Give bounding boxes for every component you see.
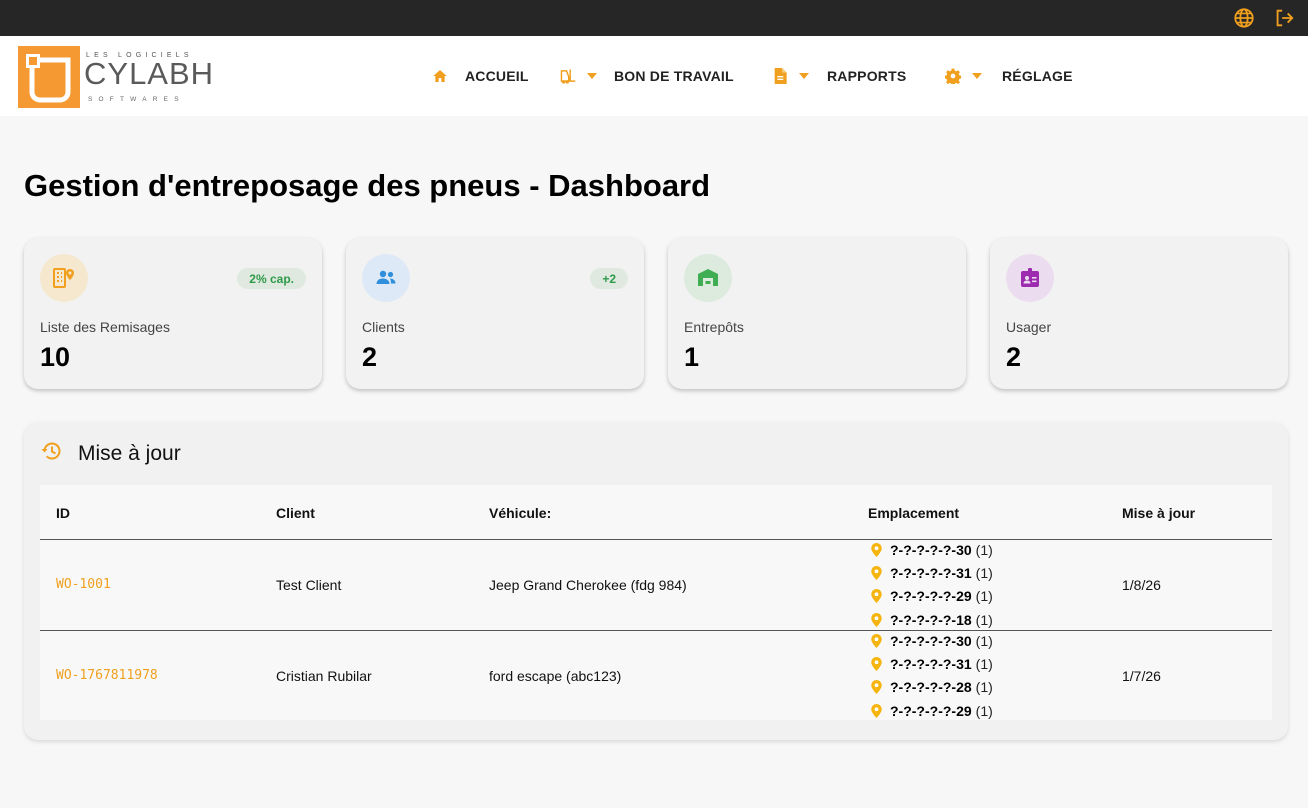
vehicle-cell: Jeep Grand Cherokee (fdg 984)	[489, 577, 687, 593]
clients-delta-badge: +2	[590, 268, 628, 289]
map-pin-icon	[870, 634, 882, 648]
location-item: ?-?-?-?-?-31 (1)	[870, 563, 993, 583]
logo-brand-name: CYLABH	[84, 56, 215, 91]
updated-date-cell: 1/7/26	[1122, 668, 1161, 684]
nav-label-bon-de-travail: BON DE TRAVAIL	[614, 68, 734, 84]
logo-mark-icon	[18, 46, 80, 108]
work-order-id-link[interactable]: WO-1767811978	[56, 668, 158, 683]
card-label: Entrepôts	[684, 319, 744, 335]
nav-item-reglage[interactable]: RÉGLAGE	[944, 36, 1073, 116]
warehouse-icon	[684, 254, 732, 302]
updates-title: Mise à jour	[78, 442, 181, 465]
home-icon	[431, 67, 449, 85]
location-item: ?-?-?-?-?-30 (1)	[870, 631, 993, 651]
column-header-client[interactable]: Client	[276, 505, 315, 521]
chevron-down-icon	[972, 73, 982, 79]
column-header-id[interactable]: ID	[56, 505, 70, 521]
logo-tagline-bottom: SOFTWARES	[88, 96, 185, 103]
nav-label-accueil: ACCUEIL	[465, 68, 529, 84]
location-item: ?-?-?-?-?-29 (1)	[870, 701, 993, 721]
map-pin-icon	[870, 566, 882, 580]
client-cell: Test Client	[276, 577, 342, 593]
location-item: ?-?-?-?-?-30 (1)	[870, 540, 993, 560]
updated-date-cell: 1/8/26	[1122, 577, 1161, 593]
vehicle-cell: ford escape (abc123)	[489, 668, 622, 684]
table-row[interactable]: WO-1767811978 Cristian Rubilar ford esca…	[40, 631, 1272, 722]
chevron-down-icon	[587, 73, 597, 79]
nav-label-reglage: RÉGLAGE	[1002, 68, 1073, 84]
column-header-updated[interactable]: Mise à jour	[1122, 505, 1195, 521]
card-value: 1	[684, 342, 700, 372]
stat-card-usager[interactable]: Usager 2	[990, 238, 1288, 389]
map-pin-icon	[870, 543, 882, 557]
card-value: 10	[40, 342, 71, 372]
nav-item-accueil[interactable]: ACCUEIL	[431, 36, 529, 116]
chevron-down-icon	[799, 73, 809, 79]
document-icon	[771, 67, 789, 85]
map-pin-icon	[870, 613, 882, 627]
top-bar	[0, 0, 1308, 36]
location-item: ?-?-?-?-?-28 (1)	[870, 677, 993, 697]
company-logo[interactable]: LES LOGICIELS CYLABH SOFTWARES	[18, 42, 213, 112]
page-title: Gestion d'entreposage des pneus - Dashbo…	[24, 168, 711, 203]
card-label: Clients	[362, 319, 405, 335]
table-row[interactable]: WO-1001 Test Client Jeep Grand Cherokee …	[40, 540, 1272, 631]
client-cell: Cristian Rubilar	[276, 668, 372, 684]
nav-item-bon-de-travail[interactable]: BON DE TRAVAIL	[559, 36, 734, 116]
card-label: Liste des Remisages	[40, 319, 170, 335]
stat-card-clients[interactable]: +2 Clients 2	[346, 238, 644, 389]
stat-card-entrepots[interactable]: Entrepôts 1	[668, 238, 966, 389]
column-header-vehicle[interactable]: Véhicule:	[489, 505, 551, 521]
column-header-location[interactable]: Emplacement	[868, 505, 959, 521]
card-value: 2	[1006, 342, 1022, 372]
globe-icon[interactable]	[1232, 6, 1256, 30]
map-pin-icon	[870, 704, 882, 718]
card-value: 2	[362, 342, 378, 372]
stat-card-remisages[interactable]: 2% cap. Liste des Remisages 10	[24, 238, 322, 389]
location-item: ?-?-?-?-?-18 (1)	[870, 610, 993, 630]
gear-icon	[944, 67, 962, 85]
map-pin-icon	[870, 589, 882, 603]
storage-location-icon	[40, 254, 88, 302]
nav-item-rapports[interactable]: RAPPORTS	[771, 36, 906, 116]
updates-panel: Mise à jour ID Client Véhicule: Emplacem…	[24, 422, 1288, 740]
people-icon	[362, 254, 410, 302]
table-header: ID Client Véhicule: Emplacement Mise à j…	[40, 485, 1272, 540]
location-item: ?-?-?-?-?-29 (1)	[870, 586, 993, 606]
card-label: Usager	[1006, 319, 1052, 335]
forklift-icon	[559, 67, 577, 85]
map-pin-icon	[870, 657, 882, 671]
updates-table: ID Client Véhicule: Emplacement Mise à j…	[40, 485, 1272, 720]
map-pin-icon	[870, 680, 882, 694]
location-item: ?-?-?-?-?-31 (1)	[870, 654, 993, 674]
logout-icon[interactable]	[1272, 6, 1296, 30]
capacity-badge: 2% cap.	[237, 268, 306, 289]
work-order-id-link[interactable]: WO-1001	[56, 577, 111, 592]
id-badge-icon	[1006, 254, 1054, 302]
main-navbar: LES LOGICIELS CYLABH SOFTWARES ACCUEIL B…	[0, 36, 1308, 116]
history-icon	[41, 442, 61, 460]
nav-label-rapports: RAPPORTS	[827, 68, 907, 84]
